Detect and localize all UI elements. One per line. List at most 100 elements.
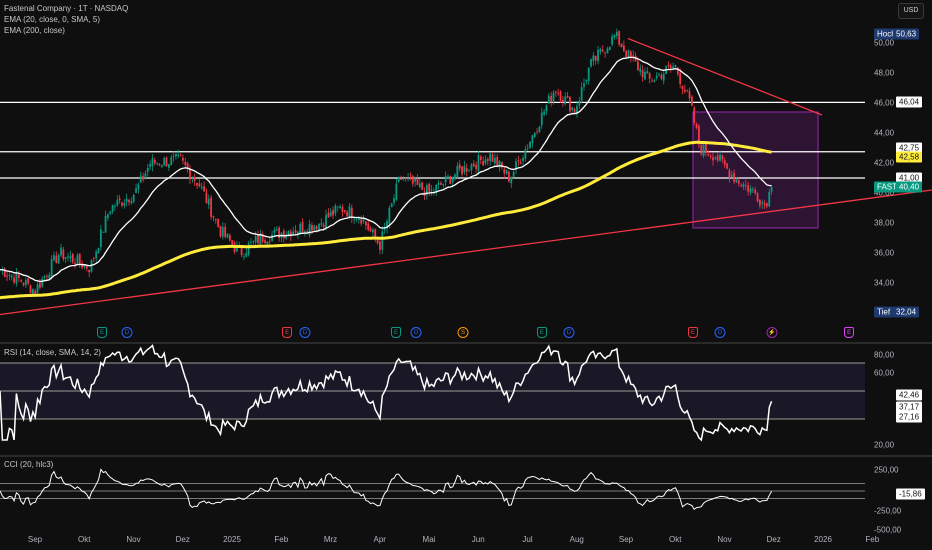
- candle-body: [766, 203, 768, 207]
- candle-body: [308, 223, 311, 235]
- price-axis-label: 36,00: [874, 248, 895, 258]
- candle-body: [545, 105, 548, 112]
- cci-axis-label: -250,00: [874, 506, 902, 516]
- candle-body: [160, 165, 163, 167]
- candle-body: [24, 280, 27, 286]
- candle-body: [360, 219, 363, 224]
- candle-body: [482, 160, 485, 166]
- candle-body: [156, 163, 159, 164]
- event-marker-E[interactable]: E: [536, 327, 547, 338]
- rsi-legend[interactable]: RSI (14, close, SMA, 14, 2): [4, 348, 101, 358]
- candle-body: [395, 183, 398, 200]
- candle-body: [587, 67, 590, 82]
- candle-body: [92, 258, 95, 260]
- event-marker-E[interactable]: E: [96, 327, 107, 338]
- event-marker-E[interactable]: E: [687, 327, 698, 338]
- event-marker-E[interactable]: E: [391, 327, 401, 338]
- candle-body: [200, 186, 203, 189]
- candle-body: [662, 73, 665, 81]
- candle-body: [585, 80, 588, 82]
- candle-body: [737, 180, 740, 184]
- candle-body: [594, 55, 597, 61]
- candle-body: [278, 227, 281, 239]
- ema-slow-legend[interactable]: EMA (200, close): [4, 26, 65, 36]
- candle-body: [76, 255, 79, 264]
- event-marker-D[interactable]: D: [410, 327, 422, 338]
- candle-body: [719, 154, 721, 162]
- chart-canvas[interactable]: [0, 0, 932, 550]
- cci-legend[interactable]: CCI (20, hlc3): [4, 460, 53, 470]
- candle-body: [723, 160, 726, 165]
- event-marker-E[interactable]: E: [282, 327, 293, 338]
- event-marker-D[interactable]: D: [714, 327, 726, 338]
- candle-body: [151, 158, 154, 167]
- candle-body: [599, 49, 602, 52]
- candle-body: [231, 239, 234, 245]
- time-axis-label: Mai: [422, 535, 436, 544]
- candle-body: [411, 176, 414, 184]
- candle-body: [114, 206, 116, 208]
- event-marker-D[interactable]: D: [299, 327, 311, 338]
- candle-body: [454, 174, 456, 180]
- candle-body: [128, 199, 130, 203]
- candle-body: [118, 198, 121, 201]
- candle-body: [430, 189, 433, 191]
- candle-body: [672, 66, 675, 69]
- candle-body: [730, 174, 733, 177]
- candle-body: [36, 284, 39, 293]
- candle-body: [226, 233, 229, 238]
- time-axis-label: 2026: [814, 535, 832, 544]
- candle-body: [580, 87, 583, 101]
- candle-body: [282, 230, 285, 239]
- price-axis-label: 50,00: [874, 38, 895, 48]
- candle-body: [189, 168, 191, 180]
- candle-body: [273, 229, 276, 233]
- time-axis-label: Mrz: [323, 535, 338, 544]
- event-marker-E[interactable]: E: [844, 327, 855, 338]
- candle-body: [407, 178, 410, 180]
- candle-body: [707, 154, 710, 156]
- candle-body: [137, 184, 140, 190]
- candle-body: [320, 223, 323, 225]
- candle-body: [667, 64, 670, 67]
- candle-body: [409, 177, 412, 179]
- candle-body: [43, 276, 46, 278]
- candle-body: [754, 189, 757, 194]
- candle-body: [763, 203, 766, 206]
- time-axis-label: Apr: [373, 535, 386, 544]
- event-marker-S[interactable]: S: [457, 327, 469, 338]
- candle-body: [22, 282, 25, 286]
- price-axis-label: 46,00: [874, 98, 895, 108]
- ema-slow-badge: 42,58: [896, 151, 923, 163]
- event-marker-⚡[interactable]: ⚡: [766, 327, 778, 338]
- candle-body: [461, 166, 463, 175]
- candle-body: [219, 226, 222, 237]
- candle-body: [414, 178, 417, 182]
- ema-fast-legend[interactable]: EMA (20, close, 0, SMA, 5): [4, 15, 100, 25]
- candle-body: [165, 157, 168, 167]
- candle-body: [742, 184, 745, 187]
- candle-body: [228, 235, 231, 241]
- cci-axis-label: -500,00: [874, 525, 902, 535]
- candle-body: [686, 89, 689, 91]
- candle-body: [15, 272, 18, 284]
- candle-body: [508, 171, 510, 182]
- candle-body: [625, 50, 628, 57]
- candle-body: [266, 241, 269, 245]
- candle-body: [728, 170, 731, 178]
- currency-button[interactable]: USD: [898, 3, 924, 19]
- candle-body: [334, 205, 337, 214]
- candle-body: [557, 93, 560, 94]
- event-marker-D[interactable]: D: [563, 327, 575, 338]
- candle-body: [484, 159, 487, 164]
- candle-body: [531, 135, 534, 144]
- candle-body: [203, 186, 205, 192]
- candle-body: [88, 269, 91, 273]
- candle-body: [604, 52, 607, 54]
- candle-body: [142, 176, 144, 180]
- candle-body: [653, 80, 656, 82]
- candle-body: [264, 240, 266, 244]
- candle-body: [182, 157, 184, 161]
- candle-body: [590, 59, 592, 67]
- event-marker-D[interactable]: D: [121, 327, 133, 338]
